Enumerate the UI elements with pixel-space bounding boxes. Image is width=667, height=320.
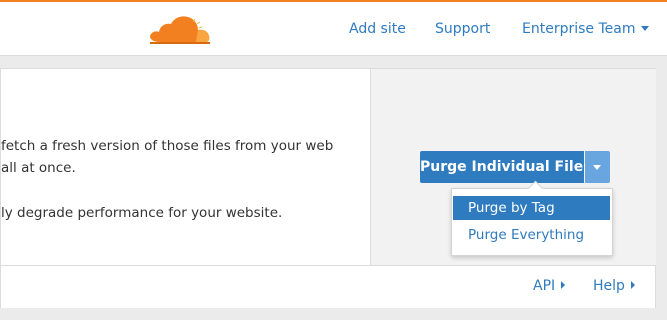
api-link[interactable]: API — [533, 278, 566, 294]
dropdown-pointer — [527, 180, 544, 197]
description-line: all at once. — [1, 160, 76, 176]
card-footer: API Help — [1, 265, 655, 308]
account-menu[interactable]: Enterprise Team — [522, 21, 650, 37]
account-menu-label: Enterprise Team — [522, 21, 636, 37]
chevron-right-icon — [630, 281, 635, 289]
purge-options-toggle[interactable] — [585, 151, 610, 183]
chevron-down-icon — [641, 26, 650, 31]
help-link-label: Help — [593, 278, 625, 294]
purge-by-tag-option[interactable]: Purge by Tag — [453, 196, 610, 220]
description-line: fetch a fresh version of those files fro… — [1, 138, 334, 154]
purge-options-dropdown: Purge by Tag Purge Everything — [451, 180, 613, 256]
cloudflare-logo[interactable] — [146, 12, 212, 46]
top-navigation-bar: Add site Support Enterprise Team — [0, 0, 667, 56]
purge-individual-files-button[interactable]: Purge Individual Files — [420, 151, 592, 183]
add-site-link[interactable]: Add site — [349, 21, 406, 37]
purge-actions-panel: Purge Individual Files Purge by Tag Purg… — [370, 69, 656, 265]
caret-down-icon — [593, 165, 601, 170]
help-link[interactable]: Help — [593, 278, 635, 294]
api-link-label: API — [533, 278, 556, 294]
purge-description: fetch a fresh version of those files fro… — [1, 69, 370, 265]
purge-everything-option[interactable]: Purge Everything — [453, 223, 610, 247]
chevron-right-icon — [561, 281, 566, 289]
purge-cache-card: fetch a fresh version of those files fro… — [0, 68, 656, 308]
support-link[interactable]: Support — [435, 21, 490, 37]
description-line: ly degrade performance for your website. — [1, 205, 283, 221]
